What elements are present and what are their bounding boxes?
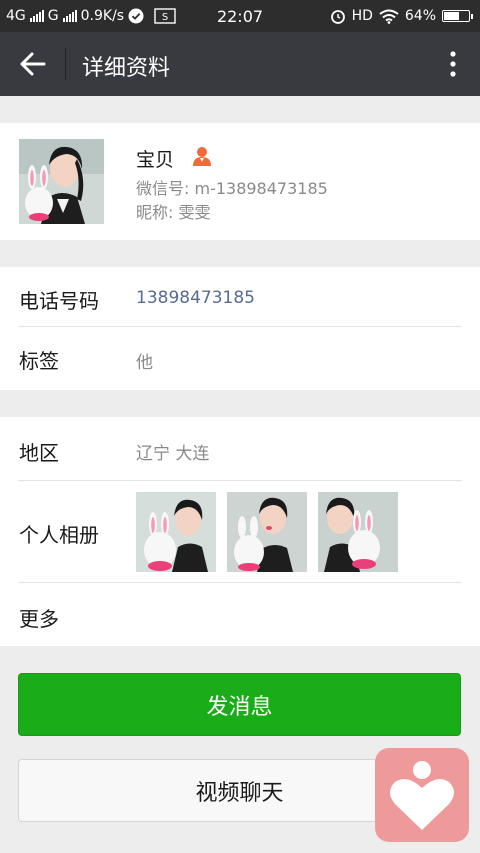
phone-value[interactable]: 13898473185: [136, 288, 255, 308]
album-photo-1[interactable]: [136, 492, 216, 572]
status-bar: 4G G 0.9K/s S 22:07 HD 64%: [0, 0, 480, 32]
region-value: 辽宁 大连: [136, 444, 210, 464]
album-photo-3[interactable]: [318, 492, 398, 572]
heart-app-icon: [390, 761, 454, 830]
status-right: HD 64%: [330, 8, 473, 24]
send-message-button[interactable]: 发消息: [18, 673, 461, 736]
back-arrow-icon[interactable]: [18, 50, 48, 78]
battery-icon: [442, 10, 473, 22]
album-photo-3-image: [318, 492, 398, 572]
phone-label: 电话号码: [19, 289, 99, 313]
wechat-id: 微信号: m-13898473185: [136, 179, 328, 198]
tag-label: 标签: [19, 349, 59, 373]
nickname: 昵称: 雯雯: [136, 203, 211, 222]
region-label: 地区: [19, 441, 59, 465]
profile-card: 宝贝 微信号: m-13898473185 昵称: 雯雯: [0, 123, 480, 240]
album-photo-2[interactable]: [227, 492, 307, 572]
appbar-divider: [65, 48, 66, 80]
app-bar: 详细资料: [0, 32, 480, 96]
contact-info-section: 电话号码 13898473185 标签 他: [0, 267, 480, 390]
region-row: 地区 辽宁 大连: [0, 417, 480, 480]
tag-row[interactable]: 标签 他: [0, 327, 480, 390]
alarm-icon: [330, 10, 345, 24]
more-vert-icon[interactable]: [448, 50, 458, 78]
tag-value: 他: [136, 353, 153, 373]
hd-label: HD: [351, 8, 373, 24]
floating-app-button[interactable]: [375, 748, 469, 842]
phone-row[interactable]: 电话号码 13898473185: [0, 267, 480, 327]
battery-percent: 64%: [404, 8, 436, 24]
profile-name: 宝贝: [136, 149, 175, 171]
more-row[interactable]: 更多: [0, 583, 480, 646]
album-photo-2-image: [227, 492, 307, 572]
page-title: 详细资料: [82, 56, 171, 81]
wifi-icon: [379, 9, 399, 24]
avatar[interactable]: [19, 139, 104, 224]
album-label: 个人相册: [19, 523, 99, 547]
more-label: 更多: [19, 607, 59, 631]
avatar-photo: [19, 139, 104, 224]
person-icon: [193, 147, 211, 166]
battery-fill: [444, 12, 459, 20]
album-photo-1-image: [136, 492, 216, 572]
